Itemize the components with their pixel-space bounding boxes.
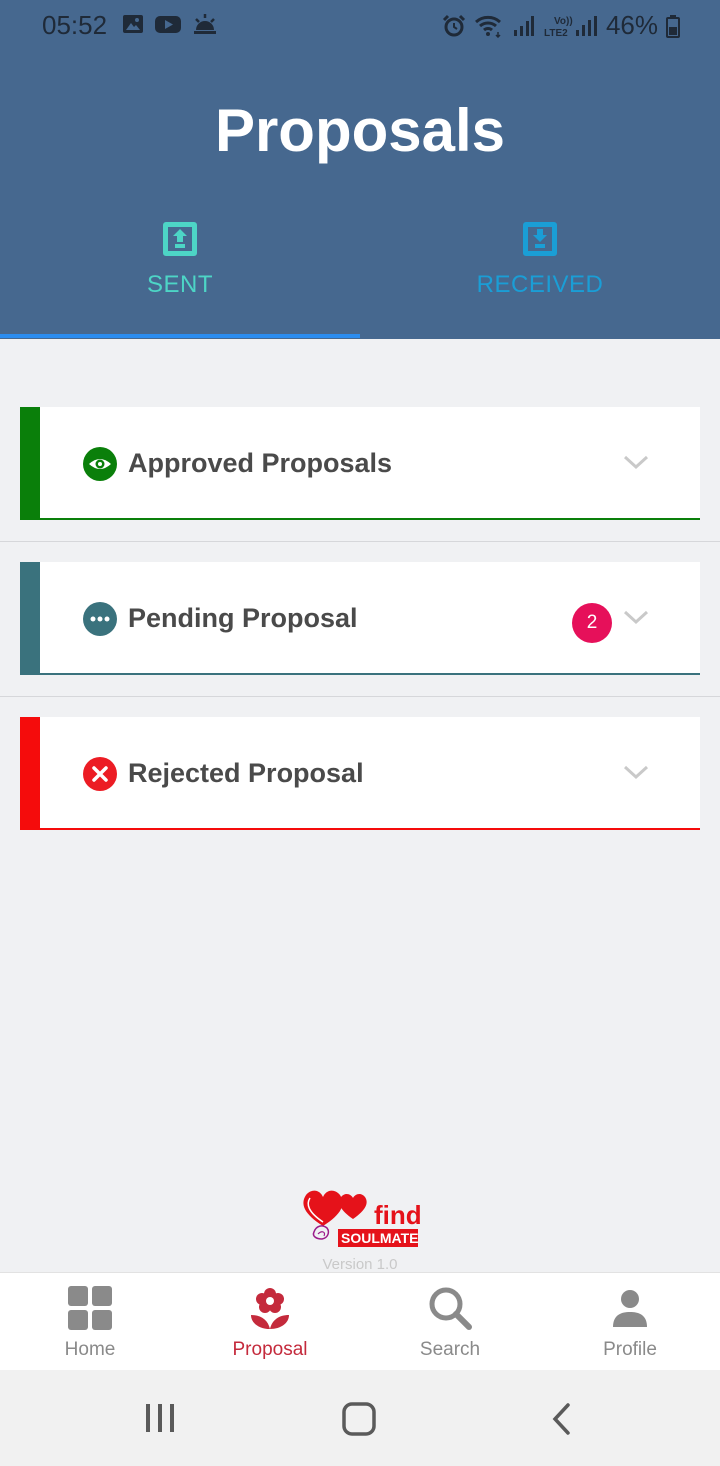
section-label: Rejected Proposal xyxy=(128,758,364,788)
section-underline xyxy=(40,673,700,675)
bottom-nav: Home Proposal Search Profile xyxy=(0,1272,720,1371)
flower-icon xyxy=(251,1288,289,1329)
tab-received-label: RECEIVED xyxy=(476,271,604,298)
section-accent-bar xyxy=(20,562,40,675)
find-soulmate-logo: find SOULMATE xyxy=(303,1190,420,1247)
nav-profile-label: Profile xyxy=(603,1339,657,1360)
nav-proposal-label: Proposal xyxy=(232,1339,308,1360)
chevron-down-icon[interactable] xyxy=(623,454,649,470)
weather-icon xyxy=(194,14,216,34)
svg-text:SOULMATE: SOULMATE xyxy=(341,1230,419,1246)
wifi-icon xyxy=(474,15,501,38)
pending-proposal-section[interactable]: Pending Proposal 2 xyxy=(20,562,700,675)
tab-sent-label: SENT xyxy=(146,271,213,298)
section-label: Pending Proposal xyxy=(128,603,358,633)
more-dots-icon xyxy=(83,602,117,636)
back-icon[interactable] xyxy=(548,1402,576,1436)
youtube-icon xyxy=(155,16,181,33)
divider xyxy=(0,541,720,542)
section-accent-bar xyxy=(20,717,40,830)
section-label: Approved Proposals xyxy=(128,448,393,478)
person-icon xyxy=(613,1290,647,1327)
svg-text:Vo)): Vo)) xyxy=(554,16,573,27)
nav-profile[interactable]: Profile xyxy=(540,1273,720,1371)
battery-icon xyxy=(666,14,680,38)
divider xyxy=(0,696,720,697)
tab-indicator xyxy=(0,334,360,338)
recent-apps-icon[interactable] xyxy=(140,1402,180,1434)
home-icon[interactable] xyxy=(341,1401,377,1437)
inbox-download-icon xyxy=(523,222,557,256)
system-nav-bar xyxy=(0,1370,720,1466)
page-title: Proposals xyxy=(214,97,506,164)
search-icon xyxy=(429,1287,472,1330)
close-circle-icon xyxy=(83,757,117,791)
status-time: 05:52 xyxy=(42,10,108,40)
nav-proposal[interactable]: Proposal xyxy=(180,1273,360,1371)
signal-icon xyxy=(513,15,534,36)
nav-search-label: Search xyxy=(419,1339,481,1360)
chevron-down-icon[interactable] xyxy=(623,609,649,625)
app-version: Version 1.0 xyxy=(322,1256,398,1273)
chevron-down-icon[interactable] xyxy=(623,764,649,780)
image-icon xyxy=(123,15,143,33)
eye-icon xyxy=(83,447,117,481)
battery-percent: 46% xyxy=(605,10,658,40)
nav-home[interactable]: Home xyxy=(0,1273,180,1371)
nav-home-label: Home xyxy=(64,1339,116,1360)
nav-search[interactable]: Search xyxy=(360,1273,540,1371)
section-underline xyxy=(40,518,700,520)
section-underline xyxy=(40,828,700,830)
tab-received[interactable]: RECEIVED xyxy=(360,215,720,335)
approved-proposals-section[interactable]: Approved Proposals xyxy=(20,407,700,520)
pending-count-badge: 2 xyxy=(572,603,612,643)
header: 05:52 Vo)) LTE2 46% Proposals SENT RECEI… xyxy=(0,0,720,339)
rejected-proposal-section[interactable]: Rejected Proposal xyxy=(20,717,700,830)
tab-sent[interactable]: SENT xyxy=(0,215,360,335)
section-accent-bar xyxy=(20,407,40,520)
status-bar: 05:52 Vo)) LTE2 46% xyxy=(0,0,720,50)
volte-lte2-icon: Vo)) LTE2 xyxy=(544,15,597,38)
svg-text:LTE2: LTE2 xyxy=(544,28,568,38)
alarm-icon xyxy=(442,14,466,36)
grid-icon xyxy=(68,1286,112,1330)
outbox-upload-icon xyxy=(163,222,197,256)
svg-text:find: find xyxy=(374,1200,420,1230)
